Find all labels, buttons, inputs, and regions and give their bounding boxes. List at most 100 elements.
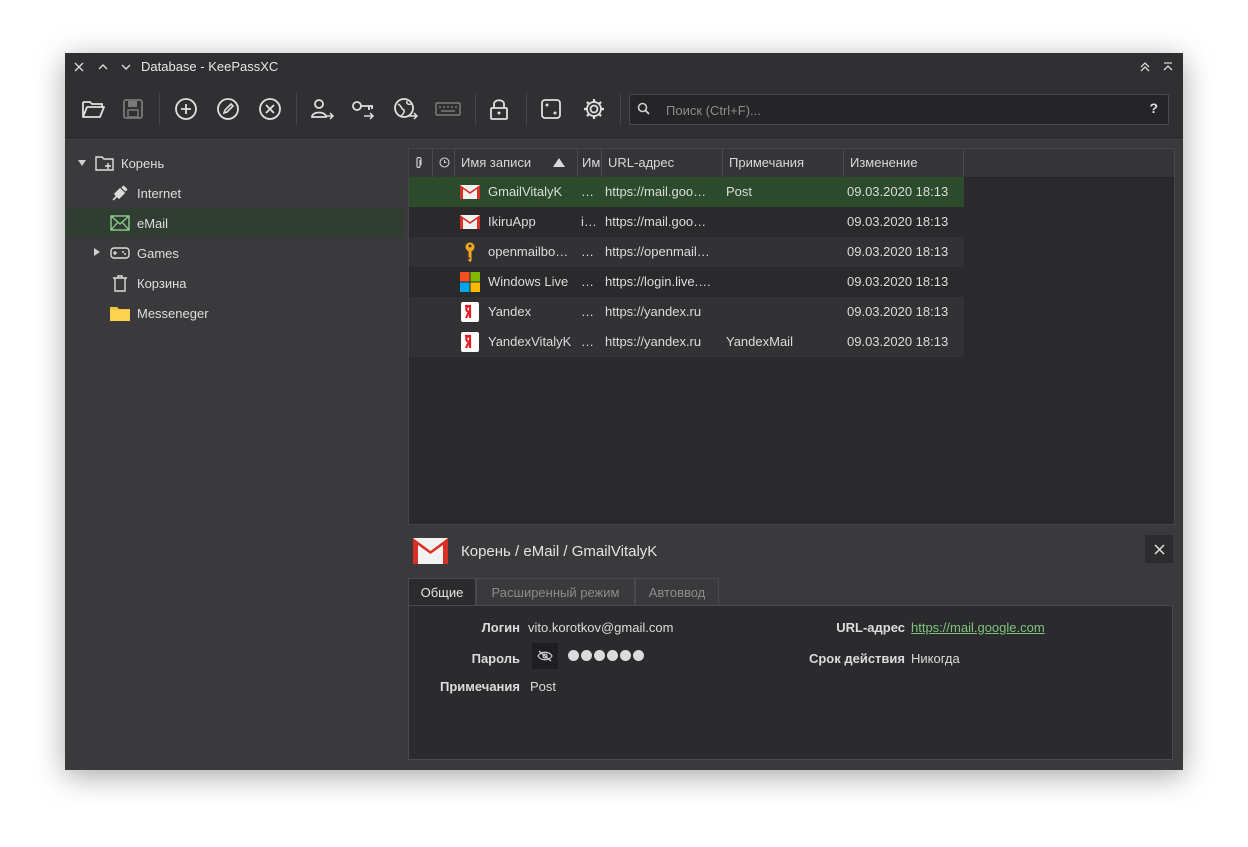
column-header-username[interactable]: Им	[578, 149, 602, 177]
group-email[interactable]: eMail	[65, 208, 404, 238]
paperclip-icon	[415, 156, 423, 172]
table-header: Имя записи Им URL-адрес Примечания Измен…	[409, 149, 1174, 178]
login-label: Логин	[481, 620, 520, 635]
add-entry-icon[interactable]	[170, 93, 202, 125]
entry-username: …	[581, 244, 594, 259]
toolbar-separator	[620, 93, 621, 125]
toolbar: ?	[65, 81, 1183, 138]
column-header-attachment[interactable]	[409, 149, 433, 177]
key-icon	[460, 242, 480, 262]
column-header-expires[interactable]	[433, 149, 455, 177]
search-icon	[637, 102, 651, 119]
gamepad-icon	[110, 244, 130, 262]
yandex-icon	[460, 332, 480, 352]
entry-notes	[726, 267, 841, 297]
group-messeneger[interactable]: Messeneger	[65, 298, 404, 328]
entry-table: Имя записи Им URL-адрес Примечания Измен…	[408, 148, 1175, 525]
entry-title: YandexVitalyK	[488, 334, 572, 349]
tab-advanced[interactable]: Расширенный режим	[476, 578, 635, 605]
table-row[interactable]: YandexVitalyK … https://yandex.ru Yandex…	[409, 327, 964, 357]
toolbar-separator	[159, 93, 160, 125]
notes-label: Примечания	[439, 679, 520, 694]
tab-general[interactable]: Общие	[408, 578, 476, 605]
table-row[interactable]: IkiruApp i… https://mail.goo… 09.03.2020…	[409, 207, 964, 237]
entry-title: openmailbo…	[488, 244, 569, 259]
group-tree: Корень Internet eMail Games Корзина Mess…	[65, 138, 408, 770]
save-database-icon[interactable]	[117, 93, 149, 125]
entry-username: …	[581, 274, 594, 289]
group-label: Games	[137, 246, 179, 261]
group-internet[interactable]: Internet	[65, 178, 404, 208]
column-header-notes[interactable]: Примечания	[723, 149, 844, 177]
search-help-button[interactable]: ?	[1149, 100, 1158, 116]
details-panel	[408, 605, 1173, 760]
column-header-modified[interactable]: Изменение	[844, 149, 964, 177]
delete-entry-icon[interactable]	[254, 93, 286, 125]
autotype-keyboard-icon[interactable]	[432, 93, 464, 125]
settings-gear-icon[interactable]	[578, 93, 610, 125]
search-input[interactable]	[664, 99, 1128, 121]
copy-password-icon[interactable]	[348, 93, 380, 125]
collapse-arrow-icon[interactable]	[94, 248, 100, 256]
entry-notes	[726, 207, 841, 237]
entry-username: …	[581, 304, 594, 319]
eye-off-icon	[537, 650, 553, 662]
toolbar-separator	[526, 93, 527, 125]
lock-database-icon[interactable]	[483, 93, 515, 125]
entry-notes: Post	[726, 184, 753, 199]
keep-above-icon[interactable]	[1136, 58, 1154, 76]
password-label: Пароль	[471, 651, 520, 666]
search-box: ?	[629, 94, 1169, 125]
entry-modified: 09.03.2020 18:13	[847, 244, 949, 259]
group-games[interactable]: Games	[65, 238, 404, 268]
entry-notes	[726, 297, 841, 327]
shade-window-icon[interactable]	[1159, 58, 1177, 76]
table-row[interactable]: Yandex … https://yandex.ru 09.03.2020 18…	[409, 297, 964, 327]
entry-title: Windows Live	[488, 274, 569, 289]
table-row[interactable]: openmailbo… … https://openmail… 09.03.20…	[409, 237, 964, 267]
group-label: Internet	[137, 186, 182, 201]
group-recycle-bin[interactable]: Корзина	[65, 268, 404, 298]
entry-modified: 09.03.2020 18:13	[847, 184, 949, 199]
copy-username-icon[interactable]	[306, 93, 338, 125]
group-root[interactable]: Корень	[65, 148, 404, 178]
table-row[interactable]: GmailVitalyK … https://mail.goo… Post 09…	[409, 177, 964, 207]
entry-url: https://login.live.…	[605, 274, 712, 289]
maximize-window-icon[interactable]	[94, 58, 112, 76]
close-window-icon[interactable]	[70, 58, 88, 76]
sort-ascending-icon	[553, 158, 565, 167]
entry-modified: 09.03.2020 18:13	[847, 304, 949, 319]
entry-modified: 09.03.2020 18:13	[847, 214, 949, 229]
entry-modified: 09.03.2020 18:13	[847, 334, 949, 349]
notes-value: Post	[530, 679, 557, 694]
password-generator-dice-icon[interactable]	[535, 93, 567, 125]
entry-url: https://yandex.ru	[605, 334, 702, 349]
entry-username: …	[581, 334, 594, 349]
group-label: Корзина	[137, 276, 187, 291]
expand-arrow-icon[interactable]	[78, 160, 86, 166]
url-label: URL-адрес	[836, 620, 905, 635]
group-label: Messeneger	[137, 306, 209, 321]
login-value[interactable]: vito.korotkov@gmail.com	[528, 620, 673, 635]
tab-autotype[interactable]: Автоввод	[635, 578, 719, 605]
entry-title: IkiruApp	[488, 214, 536, 229]
gmail-icon	[460, 212, 480, 232]
expiry-label: Срок действия	[808, 651, 905, 666]
password-masked-value[interactable]	[568, 650, 644, 661]
yandex-icon	[460, 302, 480, 322]
open-database-icon[interactable]	[77, 93, 109, 125]
minimize-window-icon[interactable]	[117, 58, 135, 76]
copy-url-icon[interactable]	[390, 93, 422, 125]
column-header-title[interactable]: Имя записи	[455, 149, 578, 177]
edit-entry-icon[interactable]	[212, 93, 244, 125]
toolbar-separator	[475, 93, 476, 125]
table-row[interactable]: Windows Live … https://login.live.… 09.0…	[409, 267, 964, 297]
entry-username: i…	[581, 214, 597, 229]
entry-modified: 09.03.2020 18:13	[847, 274, 949, 289]
url-link[interactable]: https://mail.google.com	[911, 620, 1045, 635]
toggle-password-visibility-button[interactable]	[532, 643, 558, 669]
windows-icon	[460, 272, 480, 292]
entry-url: https://mail.goo…	[605, 214, 707, 229]
close-details-button[interactable]	[1145, 535, 1173, 563]
column-header-url[interactable]: URL-адрес	[602, 149, 723, 177]
